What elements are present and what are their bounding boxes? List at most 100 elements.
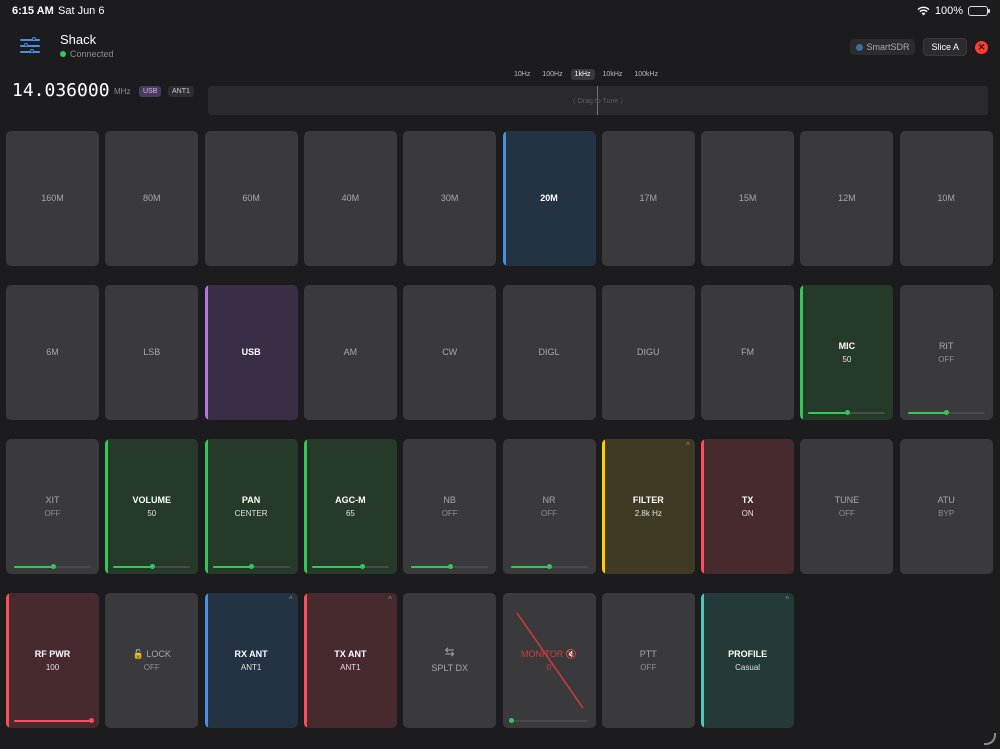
tile-lock[interactable]: 🔓 LOCK OFF: [105, 593, 199, 728]
expand-chevron-icon[interactable]: ^: [785, 595, 789, 604]
status-date: Sat Jun 6: [58, 5, 105, 17]
tile-label: AM: [343, 347, 358, 357]
tile-slider-knob[interactable]: [944, 410, 950, 415]
tile-rx-ant[interactable]: RX ANT ANT1 ^: [204, 593, 298, 728]
tile-mode-digu[interactable]: DIGU: [601, 285, 695, 420]
tile-nb[interactable]: NB OFF: [403, 439, 497, 574]
tile-slider-fill: [808, 412, 847, 414]
tile-slider[interactable]: [14, 718, 94, 723]
tile-mode-am[interactable]: AM: [303, 285, 397, 420]
expand-chevron-icon[interactable]: ^: [686, 441, 690, 450]
slice-selector[interactable]: Slice A: [923, 38, 967, 56]
tile-band-30m[interactable]: 30M: [403, 131, 497, 266]
tile-slider-fill: [510, 566, 549, 568]
tile-slider[interactable]: [212, 564, 290, 569]
tile-split[interactable]: ⇆ SPLT DX: [403, 593, 497, 728]
step-10khz[interactable]: 10kHz: [599, 69, 627, 80]
tile-value: BYP: [938, 509, 955, 518]
tile-slider[interactable]: [907, 410, 985, 415]
tile-slider-knob[interactable]: [149, 564, 155, 569]
tile-slider-knob[interactable]: [359, 564, 365, 569]
step-10hz[interactable]: 10Hz: [510, 69, 534, 80]
tile-value: OFF: [143, 663, 160, 672]
step-100hz[interactable]: 100Hz: [538, 69, 566, 80]
disconnect-close-icon[interactable]: ✕: [975, 40, 988, 54]
tile-accent-bar: [303, 593, 307, 728]
drag-tune-hint: 〈 Drag to Tune 〉: [568, 98, 628, 105]
tile-tune[interactable]: TUNE OFF: [800, 439, 894, 574]
tile-slider[interactable]: [510, 564, 588, 569]
tile-band-160m[interactable]: 160M: [6, 131, 99, 266]
tile-label: 6M: [46, 347, 59, 357]
tile-accent-bar: [601, 439, 605, 574]
tile-slider-knob[interactable]: [447, 564, 453, 569]
tile-slider-knob[interactable]: [547, 564, 552, 569]
tile-value: SPLT DX: [431, 663, 469, 673]
tile-xit[interactable]: XIT OFF: [6, 439, 99, 574]
smartsdr-button[interactable]: SmartSDR: [850, 39, 916, 55]
tile-accent-bar: [800, 285, 804, 420]
step-1khz[interactable]: 1kHz: [570, 69, 595, 80]
tile-slider[interactable]: [14, 564, 91, 569]
drag-tune-strip[interactable]: 〈 Drag to Tune 〉: [208, 86, 988, 115]
tile-label: 15M: [738, 193, 757, 203]
tile-slider-knob[interactable]: [50, 564, 56, 569]
tile-accent-bar: [6, 593, 9, 728]
tile-label: NR: [542, 495, 556, 505]
tile-slider-fill: [907, 412, 947, 414]
tile-filter[interactable]: FILTER 2.8k Hz ^: [601, 439, 695, 574]
tile-label: VOLUME: [132, 495, 172, 505]
tile-label: 10M: [937, 193, 955, 203]
tile-mode-cw[interactable]: CW: [403, 285, 497, 420]
tile-agc[interactable]: AGC-M 65: [303, 439, 397, 574]
tile-label: DIGL: [538, 347, 560, 357]
tile-accent-bar: [204, 439, 208, 574]
tile-slider-knob[interactable]: [89, 718, 94, 723]
tile-mode-usb[interactable]: USB: [204, 285, 298, 420]
tile-mic[interactable]: MIC 50: [800, 285, 894, 420]
tile-nr[interactable]: NR OFF: [502, 439, 596, 574]
tile-value: ANT1: [340, 663, 361, 672]
connection-label: Connected: [70, 49, 114, 59]
battery-percent: 100%: [934, 5, 963, 17]
tile-band-20m[interactable]: 20M: [502, 131, 596, 266]
tile-slider[interactable]: [113, 564, 191, 569]
tile-profile[interactable]: PROFILE Casual ^: [701, 593, 795, 728]
tile-rit[interactable]: RIT OFF: [899, 285, 993, 420]
tile-tx[interactable]: TX ON: [701, 439, 795, 574]
tile-mode-lsb[interactable]: LSB: [105, 285, 199, 420]
tile-rf-power[interactable]: RF PWR 100: [6, 593, 99, 728]
tuning-step-selector: 10Hz 100Hz 1kHz 10kHz 100kHz: [510, 69, 662, 80]
tile-band-15m[interactable]: 15M: [701, 131, 795, 266]
tile-band-40m[interactable]: 40M: [303, 131, 397, 266]
tile-label: RX ANT: [234, 649, 268, 659]
tile-band-12m[interactable]: 12M: [800, 131, 894, 266]
step-100khz[interactable]: 100kHz: [630, 69, 662, 80]
tile-label: RF PWR: [34, 649, 71, 659]
tile-mode-digl[interactable]: DIGL: [502, 285, 596, 420]
tile-slider-knob[interactable]: [249, 564, 255, 569]
tile-band-60m[interactable]: 60M: [204, 131, 298, 266]
tile-mode-fm[interactable]: FM: [701, 285, 795, 420]
tile-pan[interactable]: PAN CENTER: [204, 439, 298, 574]
tile-ptt[interactable]: PTT OFF: [601, 593, 695, 728]
tile-tx-ant[interactable]: TX ANT ANT1 ^: [303, 593, 397, 728]
tile-slider-knob[interactable]: [844, 410, 850, 415]
tile-band-80m[interactable]: 80M: [105, 131, 199, 266]
tile-label: LSB: [143, 347, 161, 357]
frequency-display[interactable]: 14.036000: [12, 80, 110, 101]
tile-monitor[interactable]: MONITOR 🔇 0: [502, 593, 596, 728]
tile-slider[interactable]: [411, 564, 489, 569]
tile-value: 100: [45, 663, 60, 672]
tile-slider[interactable]: [808, 410, 886, 415]
tile-atu[interactable]: ATU BYP: [899, 439, 993, 574]
tile-slider[interactable]: [311, 564, 389, 569]
tile-band-17m[interactable]: 17M: [601, 131, 695, 266]
tile-band-6m[interactable]: 6M: [6, 285, 99, 420]
tile-volume[interactable]: VOLUME 50: [105, 439, 199, 574]
expand-chevron-icon[interactable]: ^: [388, 595, 392, 604]
tile-band-10m[interactable]: 10M: [899, 131, 993, 266]
settings-sliders-icon[interactable]: [20, 37, 40, 55]
expand-chevron-icon[interactable]: ^: [289, 595, 293, 604]
resize-corner-icon: [984, 733, 996, 745]
